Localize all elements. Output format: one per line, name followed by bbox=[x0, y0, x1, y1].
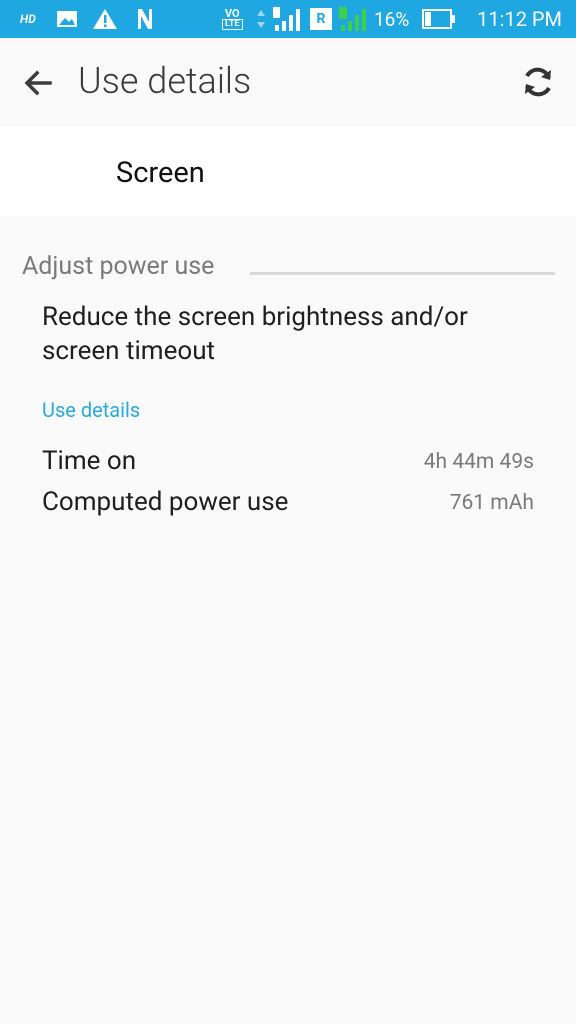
battery-percent: 16% bbox=[374, 7, 410, 31]
clock: 11:12 PM bbox=[477, 7, 562, 31]
data-arrows-icon bbox=[256, 0, 266, 38]
hd-indicator: HD bbox=[20, 12, 36, 26]
volte-bottom-label: LTE bbox=[222, 18, 243, 30]
section-divider bbox=[250, 272, 555, 275]
time-on-value: 4h 44m 49s bbox=[423, 450, 534, 474]
signal-strength-icon bbox=[272, 0, 302, 38]
arrow-back-icon bbox=[24, 70, 52, 96]
page-title: Use details bbox=[78, 60, 252, 102]
roaming-indicator: R bbox=[310, 8, 332, 30]
app-header: Screen bbox=[0, 126, 576, 216]
tip-description[interactable]: Reduce the screen brightness and/or scre… bbox=[42, 300, 542, 368]
volte-top-label: VO bbox=[224, 6, 240, 20]
battery-icon bbox=[422, 0, 456, 38]
app-name: Screen bbox=[116, 156, 205, 190]
n-app-icon bbox=[136, 0, 154, 38]
volte-indicator: VO LTE bbox=[222, 0, 243, 38]
power-use-label: Computed power use bbox=[42, 487, 289, 517]
use-details-label: Use details bbox=[42, 398, 141, 422]
refresh-icon bbox=[525, 67, 551, 97]
time-on-label: Time on bbox=[42, 446, 137, 476]
status-bar: HD VO LTE R 16% 11:12 PM bbox=[0, 0, 576, 38]
power-use-value: 761 mAh bbox=[449, 491, 534, 515]
refresh-button[interactable] bbox=[518, 62, 558, 102]
back-button[interactable] bbox=[18, 64, 58, 104]
image-notification-icon bbox=[56, 0, 78, 38]
app-bar: Use details bbox=[0, 38, 576, 126]
signal-strength-2-icon bbox=[338, 0, 368, 38]
warning-icon bbox=[92, 0, 118, 38]
section-title: Adjust power use bbox=[22, 252, 223, 281]
